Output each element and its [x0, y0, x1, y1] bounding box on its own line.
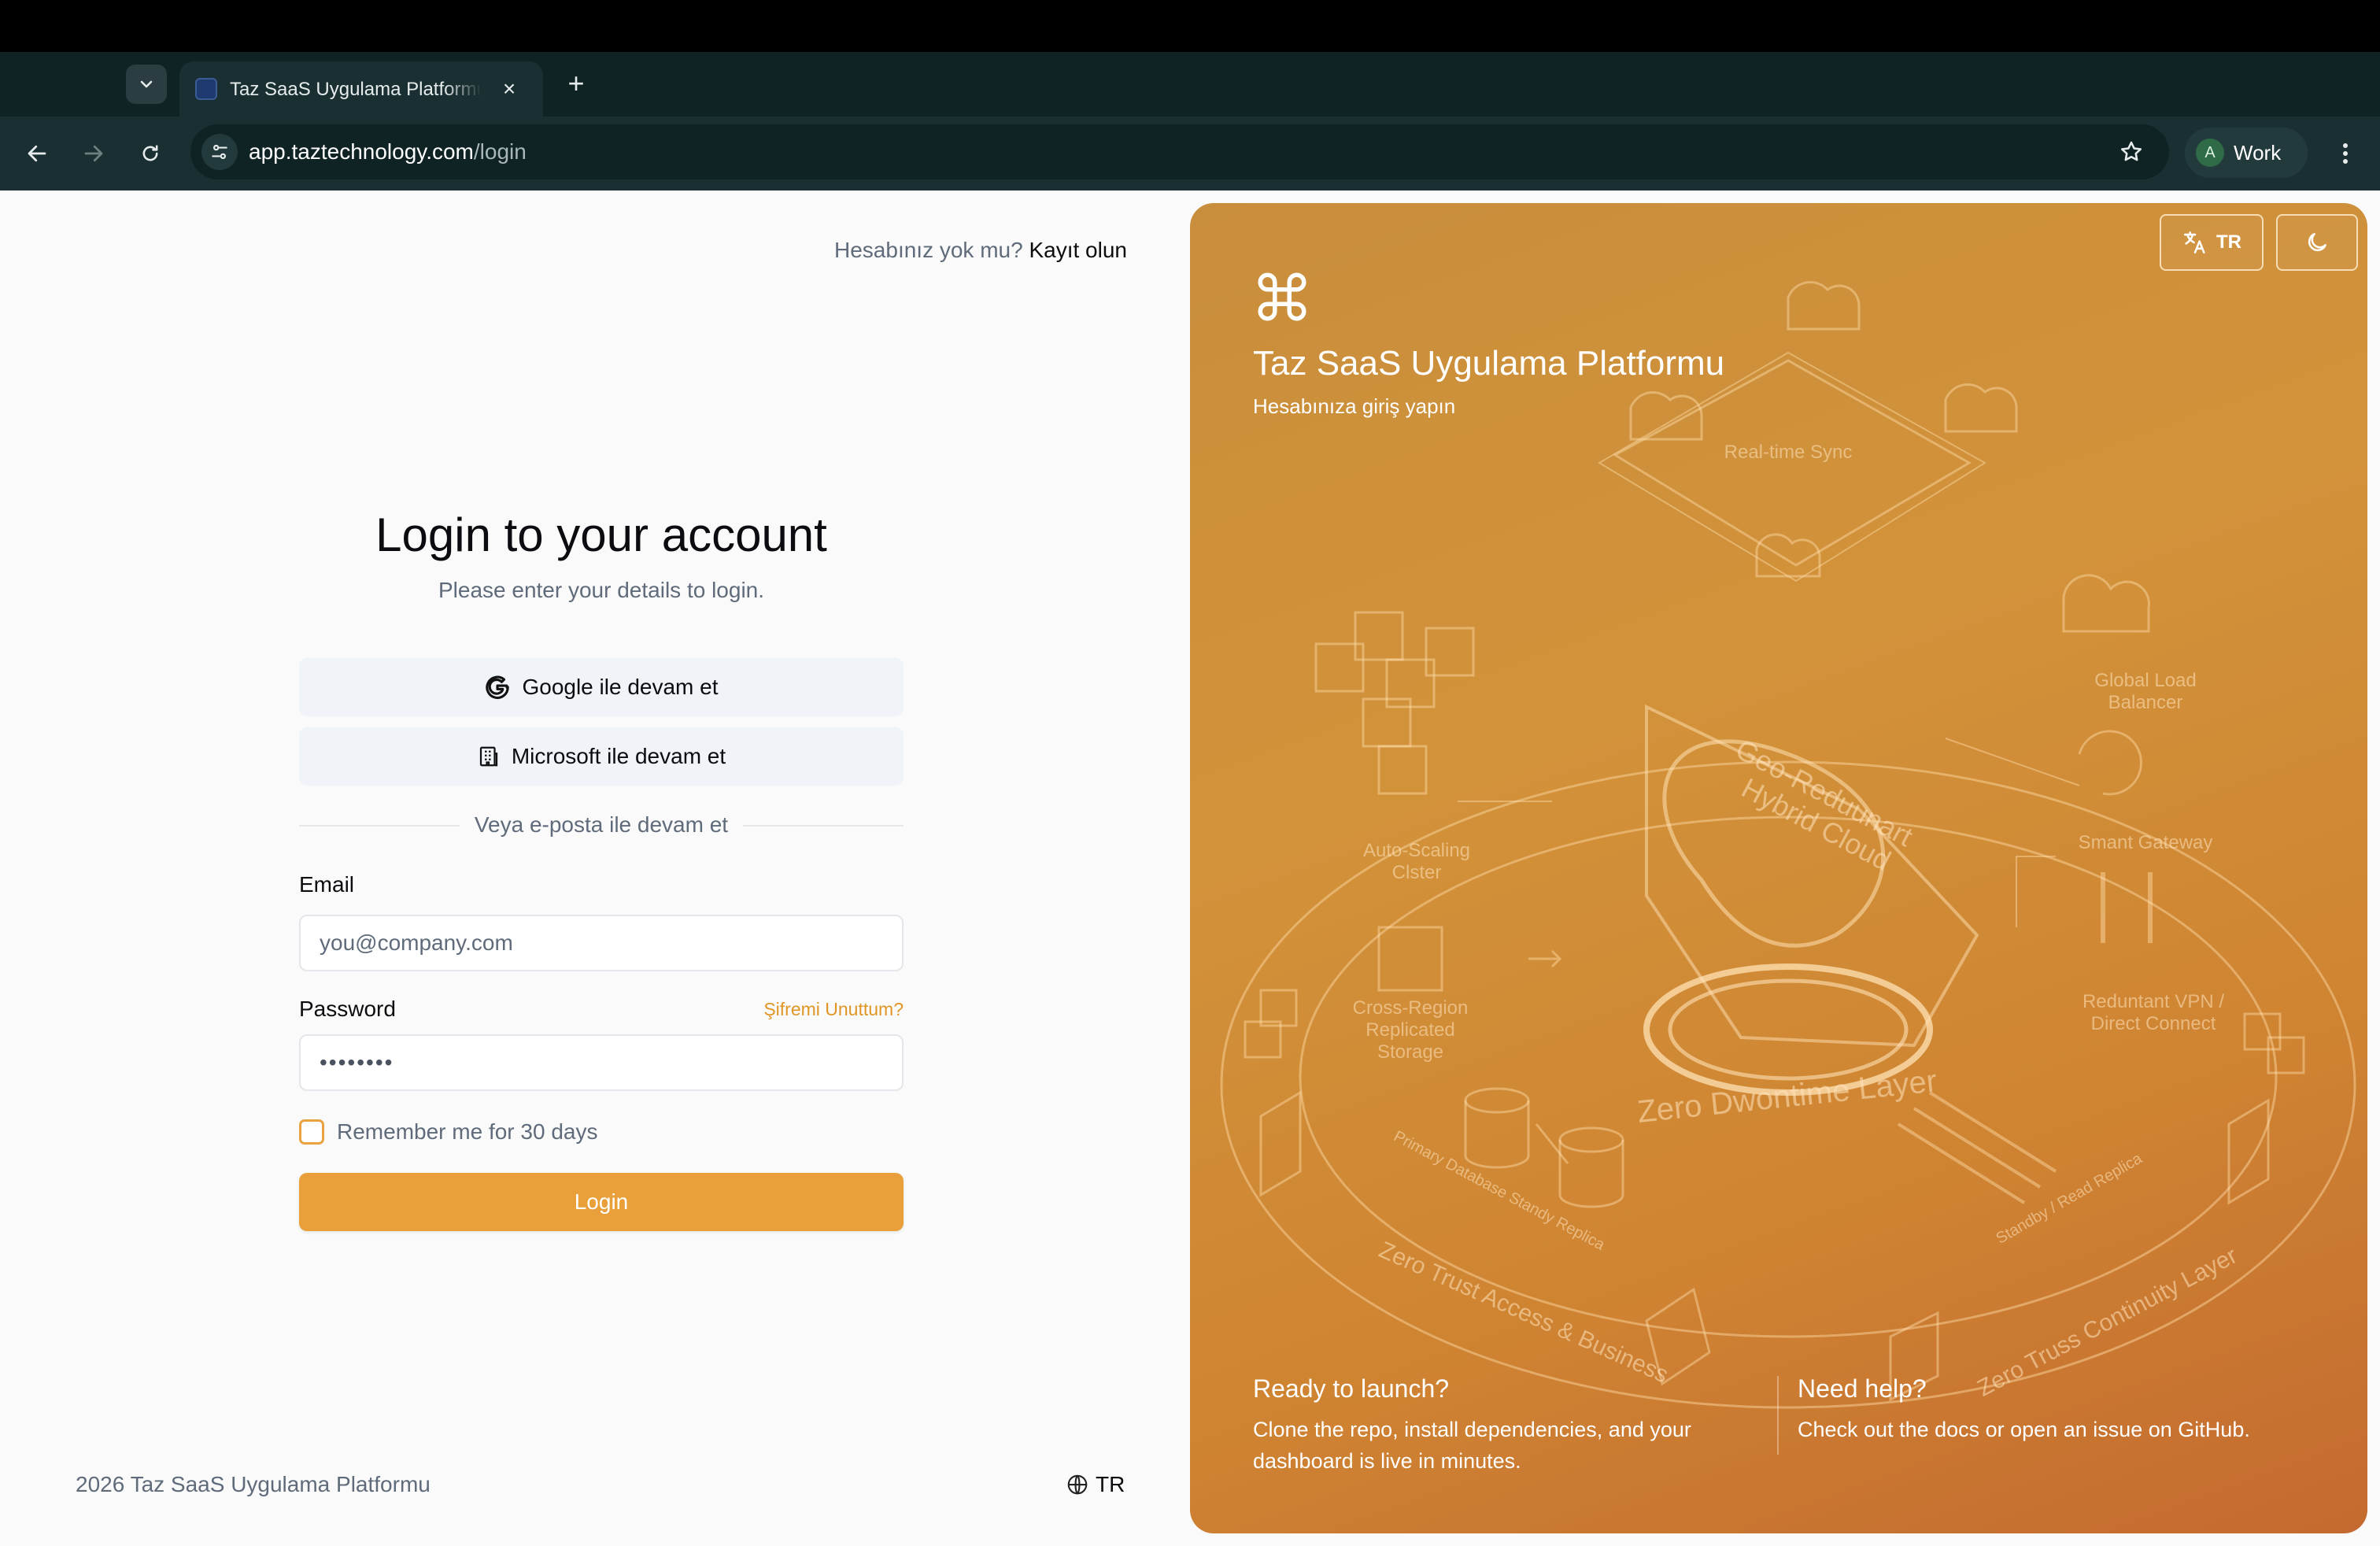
- browser-toolbar: app.taztechnology.com/login A Work: [0, 117, 2380, 190]
- globe-icon: [1067, 1474, 1088, 1495]
- signup-link[interactable]: Kayıt olun: [1029, 238, 1127, 262]
- active-tab[interactable]: Taz SaaS Uygulama Platformu ×: [179, 61, 543, 117]
- help-card-text: Check out the docs or open an issue on G…: [1798, 1418, 2250, 1441]
- illus-zero-trust: Zero Trust Access & Business: [1375, 1237, 1672, 1388]
- profile-label: Work: [2234, 141, 2282, 165]
- page-subtitle: Please enter your details to login.: [438, 578, 765, 602]
- hero-language-button[interactable]: TR: [2160, 214, 2264, 271]
- illus-primary-db: Primary Database Standy Replica: [1391, 1128, 1608, 1255]
- card-divider: [1777, 1376, 1779, 1455]
- remember-checkbox[interactable]: [299, 1119, 324, 1145]
- favicon-icon: [195, 78, 217, 100]
- forgot-password-link[interactable]: Şifremi Unuttum?: [763, 995, 904, 1023]
- password-input[interactable]: ••••••••: [299, 1034, 904, 1091]
- reload-icon: [142, 145, 158, 161]
- password-label: Password: [299, 997, 396, 1021]
- illus-lb-line2: Balancer: [2108, 692, 2183, 713]
- hero-language-label: TR: [2216, 231, 2241, 253]
- or-divider: Veya e-posta ile devam et: [299, 809, 904, 841]
- help-card: Need help? Check out the docs or open an…: [1798, 1371, 2301, 1445]
- tab-title: Taz SaaS Uygulama Platformu: [230, 79, 482, 100]
- launch-card-title: Ready to launch?: [1253, 1374, 1450, 1403]
- microsoft-login-button[interactable]: Microsoft ile devam et: [299, 727, 904, 786]
- star-icon: [2121, 141, 2142, 161]
- footer-language-button[interactable]: TR: [1066, 1469, 1125, 1500]
- illus-autoscale-line2: Clster: [1392, 862, 1442, 883]
- signup-prompt: Hesabınız yok mu? Kayıt olun: [834, 235, 1127, 266]
- remember-label: Remember me for 30 days: [337, 1119, 598, 1144]
- new-tab-button[interactable]: +: [559, 66, 593, 101]
- chevron-down-icon: [140, 80, 153, 88]
- bookmark-button[interactable]: [2116, 136, 2147, 168]
- footer-language-label: TR: [1096, 1472, 1125, 1496]
- avatar: A: [2196, 139, 2224, 167]
- moon-icon: [2308, 233, 2326, 252]
- illus-vpn-line1: Reduntant VPN /: [2082, 991, 2224, 1012]
- help-card-title: Need help?: [1798, 1374, 1927, 1403]
- hero-subtitle: Hesabınıza giriş yapın: [1253, 394, 1456, 418]
- google-login-button[interactable]: Google ile devam et: [299, 658, 904, 716]
- hero-title: Taz SaaS Uygulama Platformu: [1253, 344, 1725, 383]
- page-title: Login to your account: [375, 509, 827, 561]
- site-info-button[interactable]: [201, 134, 238, 170]
- tab-strip: Taz SaaS Uygulama Platformu × +: [0, 52, 2380, 147]
- profile-button[interactable]: A Work: [2185, 128, 2308, 178]
- launch-card: Ready to launch? Clone the repo, install…: [1253, 1371, 1757, 1477]
- url-host: app.taztechnology.com: [249, 139, 474, 164]
- illus-gateway-label: Smant Gateway: [2079, 832, 2213, 853]
- reload-button[interactable]: [132, 135, 168, 172]
- email-input[interactable]: you@company.com: [299, 915, 904, 971]
- illus-vpn-line2: Direct Connect: [2091, 1013, 2216, 1034]
- hero-panel: Real-time Sync Global Load Balancer Sman…: [1190, 203, 2367, 1533]
- microsoft-button-label: Microsoft ile devam et: [511, 744, 726, 768]
- building-icon: [479, 746, 497, 767]
- illus-storage-line1: Cross-Region: [1353, 997, 1469, 1019]
- back-button[interactable]: [19, 135, 55, 172]
- illus-autoscale-line1: Auto-Scaling: [1363, 840, 1470, 861]
- more-vertical-icon: [2343, 143, 2348, 164]
- tune-icon: [212, 144, 227, 160]
- illus-storage-line3: Storage: [1377, 1041, 1443, 1063]
- illus-lb-line1: Global Load: [2094, 670, 2196, 691]
- tab-search-button[interactable]: [126, 65, 167, 104]
- browser-menu-button[interactable]: [2330, 135, 2361, 172]
- close-tab-icon[interactable]: ×: [496, 76, 523, 102]
- divider-line-right: [743, 825, 904, 827]
- command-icon: [1258, 272, 1306, 321]
- google-icon: [486, 675, 510, 700]
- login-page: Hesabınız yok mu? Kayıt olun Login to yo…: [0, 190, 2380, 1546]
- arrow-left-icon: [28, 145, 46, 162]
- translate-icon: [2183, 231, 2205, 254]
- arrow-right-icon: [84, 145, 103, 162]
- google-button-label: Google ile devam et: [522, 675, 719, 699]
- url-path: /login: [473, 139, 527, 164]
- forward-button[interactable]: [76, 135, 112, 172]
- url-text: app.taztechnology.com/login: [249, 136, 527, 168]
- footer-copyright: 2026 Taz SaaS Uygulama Platformu: [76, 1472, 431, 1496]
- email-label: Email: [299, 872, 355, 897]
- login-button[interactable]: Login: [299, 1173, 904, 1231]
- illus-sync-label: Real-time Sync: [1724, 442, 1853, 463]
- signup-question: Hesabınız yok mu?: [834, 238, 1023, 262]
- address-bar[interactable]: app.taztechnology.com/login: [190, 124, 2169, 179]
- remember-me[interactable]: Remember me for 30 days: [299, 1116, 597, 1148]
- illus-storage-line2: Replicated: [1366, 1019, 1454, 1041]
- launch-card-text: Clone the repo, install dependencies, an…: [1253, 1418, 1691, 1473]
- theme-toggle-button[interactable]: [2276, 214, 2358, 271]
- menu-bar-strip: [0, 0, 2380, 52]
